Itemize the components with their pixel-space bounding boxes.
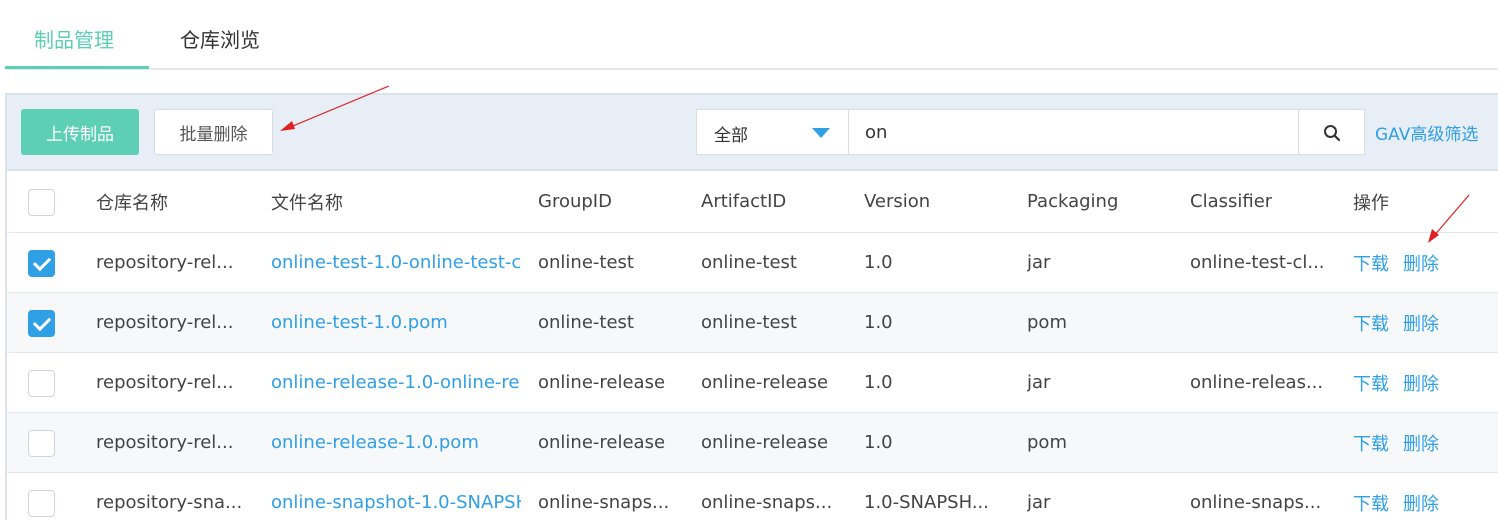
repo-name-cell: repository-rel... — [96, 312, 234, 333]
gav-advanced-filter-link[interactable]: GAV高级筛选 — [1375, 120, 1478, 145]
delete-link[interactable]: 删除 — [1403, 310, 1439, 336]
tab-repository-browse[interactable]: 仓库浏览 — [180, 26, 260, 54]
actions-cell: 下载 删除 — [1353, 353, 1453, 412]
file-name-link[interactable]: online-release-1.0-online-rel — [271, 353, 521, 412]
version-cell: 1.0 — [864, 372, 893, 393]
repo-name-cell: repository-rel... — [96, 372, 234, 393]
active-tab-indicator — [5, 66, 149, 69]
column-header-repo: 仓库名称 — [96, 192, 168, 214]
delete-link[interactable]: 删除 — [1403, 430, 1439, 456]
classifier-cell: online-test-cl... — [1190, 252, 1325, 273]
artifactid-cell: online-release — [701, 372, 829, 393]
classifier-cell — [1190, 413, 1340, 472]
scope-select-value: 全部 — [714, 126, 748, 146]
file-name-link[interactable]: online-test-1.0.pom — [271, 293, 521, 352]
groupid-cell: online-test — [538, 312, 634, 333]
row-checkbox[interactable] — [28, 250, 55, 277]
repo-name-cell: repository-sna... — [96, 492, 243, 513]
row-checkbox[interactable] — [28, 370, 55, 397]
artifactid-cell: online-snaps... — [701, 492, 833, 513]
delete-link[interactable]: 删除 — [1403, 490, 1439, 516]
row-checkbox[interactable] — [28, 490, 55, 517]
column-header-file: 文件名称 — [271, 192, 343, 214]
table-header-row: 仓库名称 文件名称 GroupID ArtifactID Version Pac… — [7, 171, 1498, 233]
column-header-actions: 操作 — [1353, 192, 1389, 214]
groupid-cell: online-release — [538, 372, 666, 393]
delete-link[interactable]: 删除 — [1403, 370, 1439, 396]
file-name-link[interactable]: online-release-1.0.pom — [271, 413, 521, 472]
table-row: repository-rel... online-release-1.0-onl… — [7, 353, 1498, 413]
column-header-classifier: Classifier — [1190, 191, 1273, 212]
row-checkbox[interactable] — [28, 430, 55, 457]
table-row: repository-rel... online-release-1.0.pom… — [7, 413, 1498, 473]
column-header-artifactid: ArtifactID — [701, 191, 787, 212]
packaging-cell: jar — [1027, 492, 1051, 513]
download-link[interactable]: 下载 — [1353, 250, 1389, 276]
search-icon — [1324, 125, 1341, 142]
table-row: repository-rel... online-test-1.0.pom on… — [7, 293, 1498, 353]
select-all-checkbox[interactable] — [28, 189, 55, 216]
column-header-groupid: GroupID — [538, 191, 612, 212]
artifact-panel: 上传制品 批量删除 全部 GAV高级筛选 仓库名称 文件名称 GroupID A… — [5, 93, 1498, 520]
download-link[interactable]: 下载 — [1353, 430, 1389, 456]
groupid-cell: online-test — [538, 252, 634, 273]
toolbar: 上传制品 批量删除 全部 GAV高级筛选 — [7, 95, 1498, 171]
search-input[interactable] — [849, 109, 1299, 155]
classifier-cell: online-releas... — [1190, 372, 1324, 393]
delete-link[interactable]: 删除 — [1403, 250, 1439, 276]
tab-bar: 制品管理 仓库浏览 — [5, 0, 1498, 70]
row-checkbox[interactable] — [28, 310, 55, 337]
artifactid-cell: online-release — [701, 432, 829, 453]
version-cell: 1.0 — [864, 312, 893, 333]
version-cell: 1.0 — [864, 432, 893, 453]
tab-artifact-management[interactable]: 制品管理 — [34, 26, 114, 54]
column-header-packaging: Packaging — [1027, 191, 1119, 212]
packaging-cell: pom — [1027, 312, 1067, 333]
groupid-cell: online-snaps... — [538, 492, 670, 513]
search-button[interactable] — [1298, 109, 1365, 155]
table-row: repository-sna... online-snapshot-1.0-SN… — [7, 473, 1498, 520]
table-row: repository-rel... online-test-1.0-online… — [7, 233, 1498, 293]
artifactid-cell: online-test — [701, 252, 797, 273]
version-cell: 1.0 — [864, 252, 893, 273]
actions-cell: 下载 删除 — [1353, 413, 1453, 472]
repo-name-cell: repository-rel... — [96, 252, 234, 273]
groupid-cell: online-release — [538, 432, 666, 453]
actions-cell: 下载 删除 — [1353, 293, 1453, 352]
download-link[interactable]: 下载 — [1353, 490, 1389, 516]
column-header-version: Version — [864, 191, 931, 212]
file-name-link[interactable]: online-snapshot-1.0-SNAPSH — [271, 473, 521, 520]
artifactid-cell: online-test — [701, 312, 797, 333]
download-link[interactable]: 下载 — [1353, 310, 1389, 336]
download-link[interactable]: 下载 — [1353, 370, 1389, 396]
actions-cell: 下载 删除 — [1353, 233, 1453, 292]
batch-delete-button[interactable]: 批量删除 — [154, 109, 273, 155]
packaging-cell: pom — [1027, 432, 1067, 453]
packaging-cell: jar — [1027, 372, 1051, 393]
classifier-cell: online-snaps... — [1190, 492, 1322, 513]
upload-artifact-button[interactable]: 上传制品 — [21, 109, 139, 155]
scope-select[interactable]: 全部 — [696, 109, 849, 155]
caret-down-icon — [812, 128, 830, 138]
classifier-cell — [1190, 293, 1340, 352]
packaging-cell: jar — [1027, 252, 1051, 273]
file-name-link[interactable]: online-test-1.0-online-test-cl — [271, 233, 521, 292]
version-cell: 1.0-SNAPSH... — [864, 492, 989, 513]
actions-cell: 下载 删除 — [1353, 473, 1453, 520]
repo-name-cell: repository-rel... — [96, 432, 234, 453]
